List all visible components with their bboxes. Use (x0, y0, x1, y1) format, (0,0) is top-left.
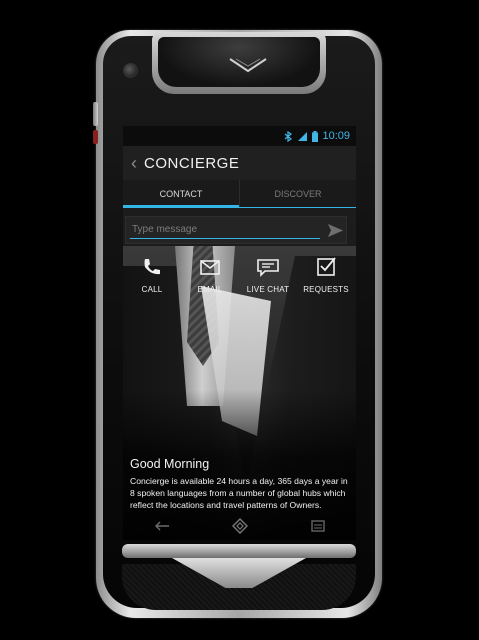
bluetooth-icon (285, 130, 293, 142)
navigation-bar (123, 512, 356, 540)
side-key (93, 130, 98, 144)
signal-icon (298, 132, 308, 141)
home-icon[interactable] (232, 518, 249, 534)
back-arrow-icon[interactable] (154, 521, 170, 531)
requests-button[interactable]: REQUESTS (297, 256, 355, 294)
greeting-heading: Good Morning (130, 457, 210, 471)
send-button[interactable] (324, 219, 346, 241)
call-button[interactable]: CALL (123, 256, 181, 294)
side-button (93, 102, 98, 126)
status-clock: 10:09 (322, 130, 350, 142)
front-camera (123, 63, 138, 78)
email-label: EMAIL (197, 285, 223, 294)
screen: 10:09 ‹ CONCIERGE CONTACT DISCOVER Type … (123, 126, 356, 540)
phone-icon (144, 259, 160, 275)
tab-bar: CONTACT DISCOVER (123, 180, 356, 208)
earpiece-grille (158, 37, 320, 87)
status-bar: 10:09 (123, 126, 356, 146)
bottom-chin (114, 540, 364, 610)
requests-label: REQUESTS (303, 285, 349, 294)
page-title: CONCIERGE (144, 154, 240, 172)
phone-device: 10:09 ‹ CONCIERGE CONTACT DISCOVER Type … (93, 30, 382, 618)
brand-logo (229, 58, 267, 73)
checklist-icon (317, 257, 336, 276)
send-icon (327, 223, 343, 237)
action-bar: ‹ CONCIERGE (123, 146, 356, 180)
live-chat-button[interactable]: LIVE CHAT (239, 256, 297, 294)
message-input[interactable] (130, 221, 320, 239)
envelope-icon (200, 260, 220, 275)
battery-icon (312, 130, 319, 142)
chin-metal-band (122, 544, 356, 558)
email-button[interactable]: EMAIL (181, 256, 239, 294)
tab-discover[interactable]: DISCOVER (239, 180, 356, 208)
chevron-left-icon[interactable]: ‹ (124, 153, 144, 174)
chat-icon (257, 259, 279, 277)
tab-divider (123, 207, 356, 208)
contact-actions: CALL EMAIL LIVE CHAT REQUESTS (123, 256, 356, 294)
tab-contact[interactable]: CONTACT (123, 180, 239, 208)
concierge-description: Concierge is available 24 hours a day, 3… (130, 476, 348, 510)
live-chat-label: LIVE CHAT (246, 285, 290, 294)
earpiece (152, 32, 326, 94)
recent-apps-icon[interactable] (311, 520, 325, 532)
message-compose (125, 216, 347, 244)
call-label: CALL (141, 285, 163, 294)
